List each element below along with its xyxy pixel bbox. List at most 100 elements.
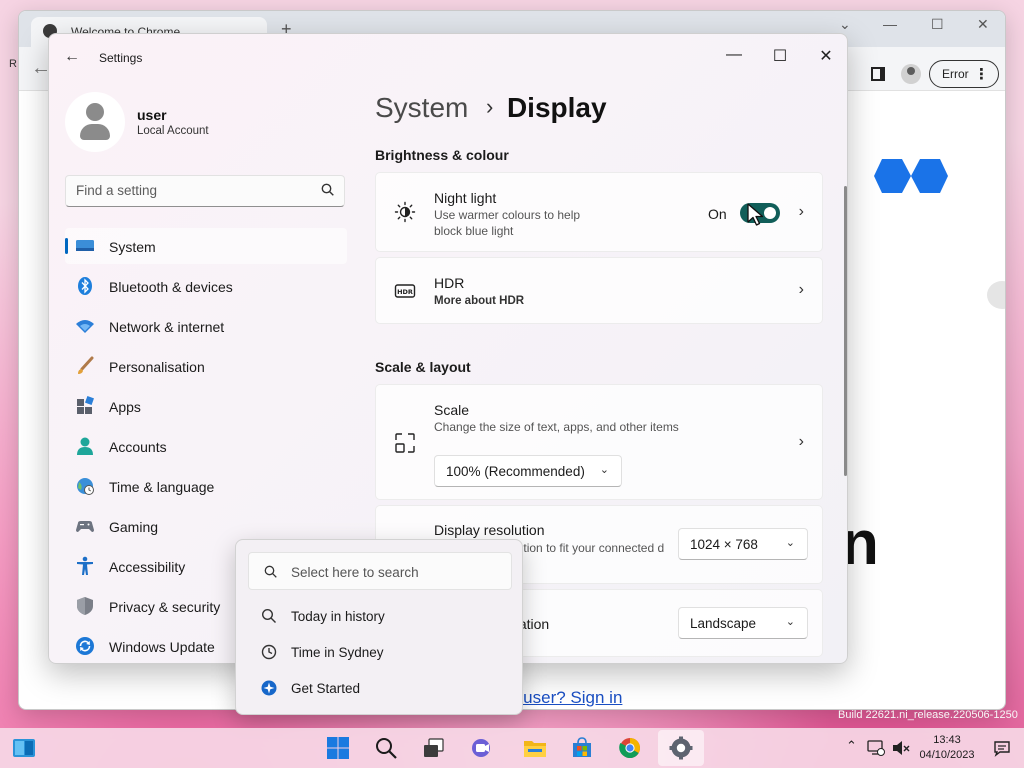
scale-description: Change the size of text, apps, and other…: [434, 420, 679, 434]
taskbar-search-button[interactable]: [366, 730, 406, 766]
content-scrollbar[interactable]: [844, 186, 847, 476]
breadcrumb: System › Display: [375, 92, 607, 124]
taskbar-meet-button[interactable]: [462, 730, 502, 766]
taskbar-chrome-button[interactable]: [610, 730, 650, 766]
window-title: Settings: [99, 51, 143, 65]
night-light-state-label: On: [708, 206, 727, 222]
maximize-button[interactable]: ☐: [757, 42, 803, 72]
settings-icon: [669, 736, 693, 760]
nav-item-time-language[interactable]: Time & language: [65, 468, 347, 504]
side-panel-icon[interactable]: [871, 67, 885, 81]
error-button[interactable]: Error ⋮: [929, 60, 999, 88]
bluetooth-icon: [78, 277, 92, 295]
nav-label: System: [109, 239, 156, 255]
breadcrumb-parent[interactable]: System: [375, 92, 468, 123]
nav-label: Privacy & security: [109, 599, 221, 615]
nav-item-bluetooth[interactable]: Bluetooth & devices: [65, 268, 347, 304]
browser-profile-icon[interactable]: [901, 64, 921, 84]
tab-search-chevron-icon[interactable]: ⌄: [839, 16, 851, 33]
search-input[interactable]: [76, 183, 306, 198]
chevron-right-icon: ›: [798, 433, 804, 450]
accessibility-icon: [77, 556, 93, 575]
account-type: Local Account: [137, 125, 209, 137]
sign-in-link[interactable]: e user? Sign in: [509, 688, 622, 708]
mouse-cursor-icon: [747, 203, 764, 226]
taskbar-store-button[interactable]: [562, 730, 602, 766]
find-setting-search[interactable]: [65, 175, 345, 207]
search-icon: [376, 738, 397, 759]
clock-date: 04/10/2023: [919, 749, 975, 761]
orientation-dropdown[interactable]: Landscape ⌄: [678, 607, 808, 639]
widgets-icon[interactable]: [12, 738, 36, 758]
nav-label: Apps: [109, 399, 141, 415]
brightness-icon: [394, 201, 416, 223]
minimize-button[interactable]: —: [711, 42, 757, 72]
nav-label: Bluetooth & devices: [109, 279, 233, 295]
night-light-description: Use warmer colours to help block blue li…: [434, 208, 581, 238]
nav-item-accounts[interactable]: Accounts: [65, 428, 347, 464]
taskbar-file-explorer-button[interactable]: [514, 730, 554, 766]
scale-dropdown[interactable]: 100% (Recommended) ⌄: [434, 455, 622, 487]
hdr-icon: HDR: [394, 284, 416, 298]
more-menu-icon[interactable]: ⋮: [974, 65, 989, 83]
nav-item-personalisation[interactable]: Personalisation: [65, 348, 347, 384]
more-about-hdr-link[interactable]: More about HDR: [434, 295, 524, 307]
scale-card[interactable]: Scale Change the size of text, apps, and…: [375, 384, 823, 500]
volume-muted-icon[interactable]: [892, 740, 910, 756]
meet-icon: [472, 739, 490, 757]
taskbar-task-view-button[interactable]: [414, 730, 454, 766]
time-language-icon: [77, 478, 94, 495]
nav-item-system[interactable]: System: [65, 228, 347, 264]
chevron-down-icon: ⌄: [599, 464, 609, 476]
accounts-icon: [77, 437, 93, 455]
taskbar-start-button[interactable]: [318, 730, 358, 766]
notifications-icon[interactable]: [993, 740, 1011, 757]
build-watermark: Build 22621.ni_release.220506-1250: [838, 709, 1018, 721]
taskbar-clock[interactable]: 13:43 04/10/2023: [914, 733, 980, 763]
taskbar: ⌃ 13:43 04/10/2023: [0, 728, 1024, 768]
nav-label: Network & internet: [109, 319, 225, 335]
system-icon: [76, 240, 94, 251]
section-heading-scale-layout: Scale & layout: [375, 359, 471, 375]
error-label: Error: [942, 67, 969, 81]
file-explorer-icon: [524, 741, 546, 757]
night-light-title: Night light: [434, 190, 497, 206]
nav-label: Time & language: [109, 479, 215, 495]
get-started-icon: [261, 680, 277, 696]
browser-minimize-icon[interactable]: —: [883, 16, 897, 32]
background-letter: R: [9, 58, 17, 70]
network-disconnected-icon[interactable]: [867, 739, 885, 757]
search-flyout: Select here to search Today in history T…: [235, 539, 523, 715]
page-title: Display: [506, 92, 607, 123]
flyout-item-label: Get Started: [291, 681, 361, 696]
chevron-down-icon: ⌄: [785, 537, 795, 549]
browser-maximize-icon[interactable]: ☐: [931, 16, 944, 33]
svg-text:HDR: HDR: [397, 288, 413, 296]
user-profile[interactable]: user Local Account: [65, 92, 345, 156]
flyout-search-placeholder: Select here to search: [291, 565, 419, 580]
display-resolution-title: Display resolution: [434, 522, 545, 538]
resolution-dropdown[interactable]: 1024 × 768 ⌄: [678, 528, 808, 560]
flyout-search-box[interactable]: Select here to search: [248, 552, 512, 590]
close-button[interactable]: ✕: [803, 42, 847, 72]
nav-label: Accounts: [109, 439, 167, 455]
back-arrow-icon[interactable]: ←: [64, 48, 80, 66]
search-icon: [264, 565, 277, 578]
network-icon: [76, 320, 94, 333]
profile-name: user: [137, 107, 167, 123]
browser-close-icon[interactable]: ✕: [977, 16, 989, 33]
show-hidden-icons-chevron-icon[interactable]: ⌃: [846, 738, 857, 754]
hdr-card[interactable]: HDR HDR More about HDR ›: [375, 257, 823, 324]
flyout-item-label: Today in history: [291, 609, 385, 624]
nav-item-apps[interactable]: Apps: [65, 388, 347, 424]
nav-item-network[interactable]: Network & internet: [65, 308, 347, 344]
flyout-item-label: Time in Sydney: [291, 645, 384, 660]
clock-time: 13:43: [933, 734, 961, 746]
gaming-icon: [76, 521, 94, 532]
clock-icon: [261, 644, 277, 660]
taskbar-settings-button[interactable]: [658, 730, 704, 766]
nav-label: Personalisation: [109, 359, 205, 375]
chevron-right-icon: ›: [798, 281, 804, 298]
brush-icon: [78, 356, 94, 374]
hdr-title: HDR: [434, 275, 465, 291]
